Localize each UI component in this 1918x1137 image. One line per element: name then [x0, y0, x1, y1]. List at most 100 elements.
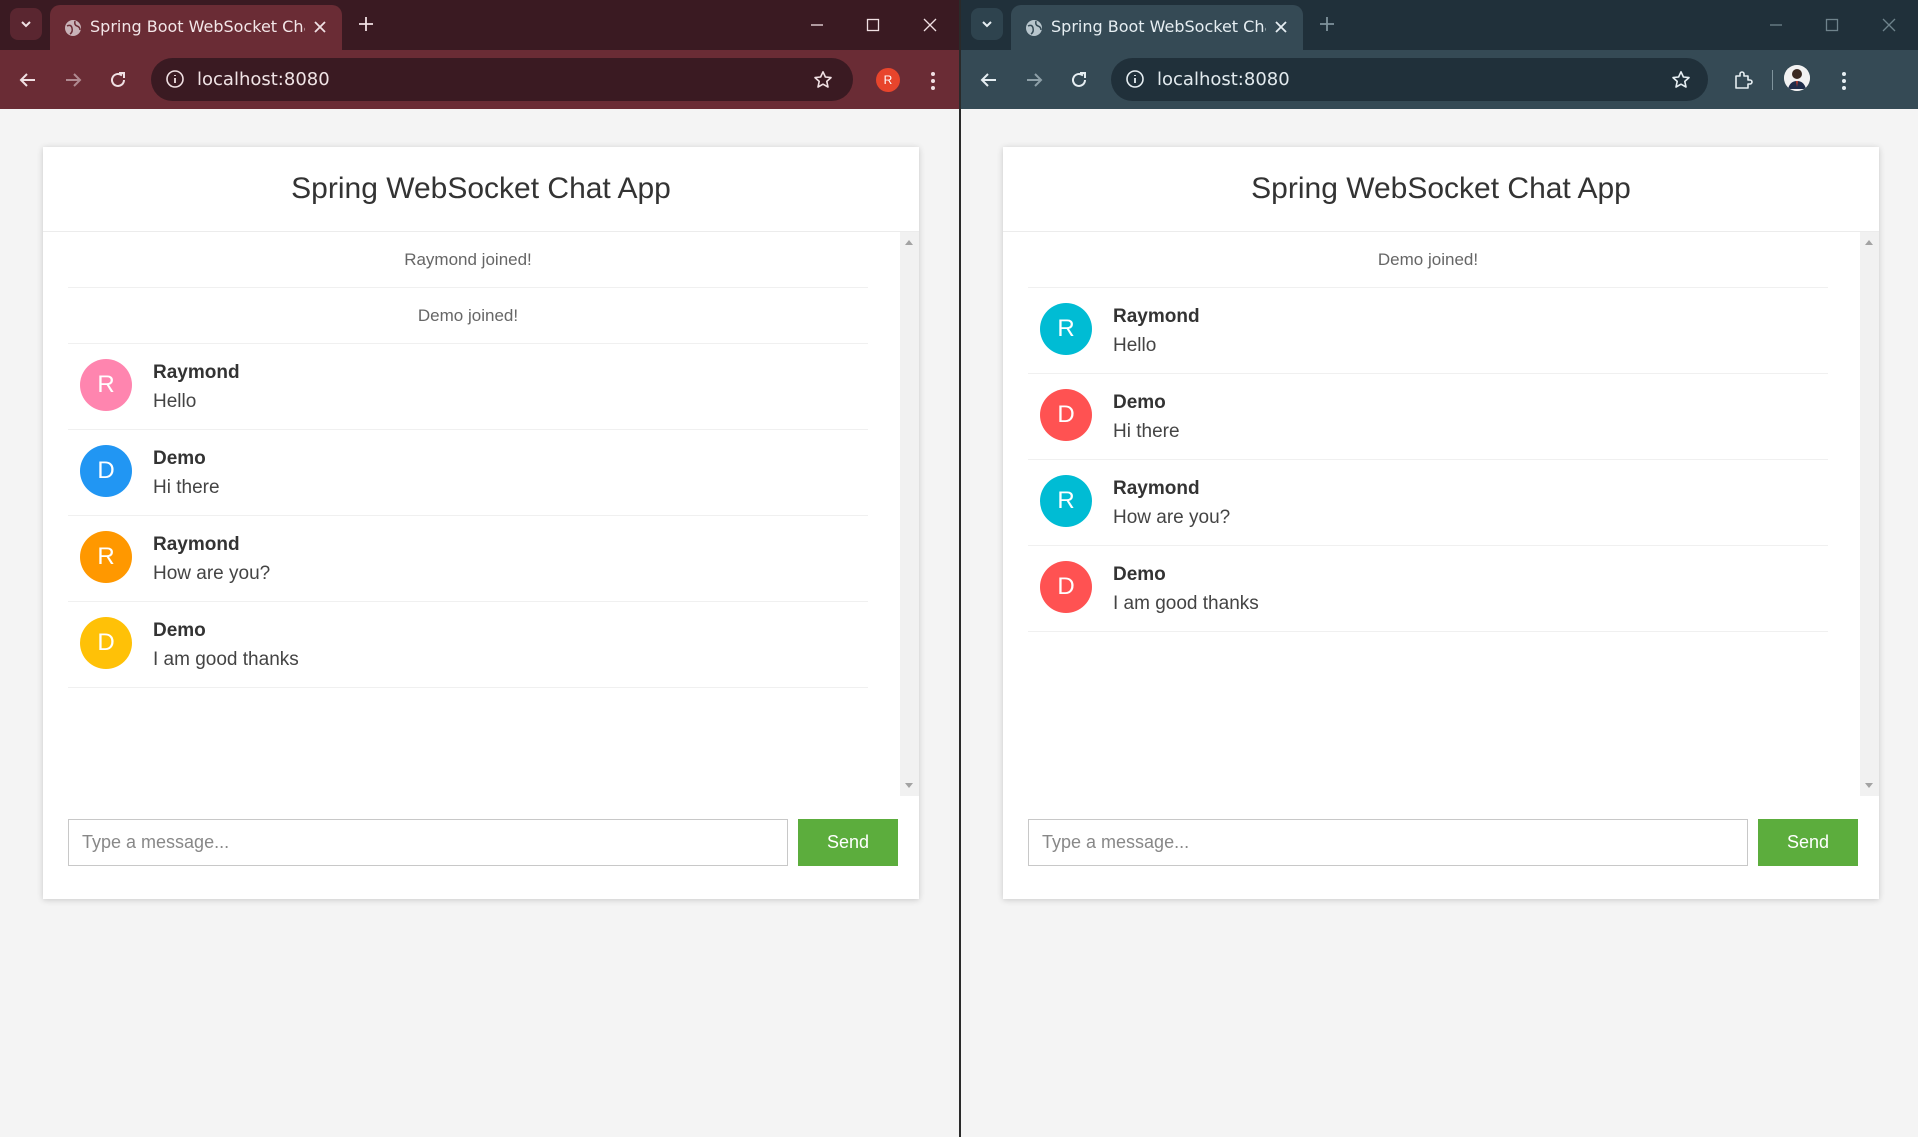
tab-strip: Spring Boot WebSocket Chat App — [0, 0, 959, 50]
message-text: How are you? — [153, 563, 271, 584]
star-icon — [814, 71, 832, 88]
message-area[interactable]: Raymond joined! Demo joined! R Raymond H… — [43, 232, 919, 796]
forward-icon — [66, 73, 82, 87]
tab-title: Spring Boot WebSocket Chat App — [90, 17, 305, 36]
tab-title: Spring Boot WebSocket Chat App — [1051, 17, 1266, 36]
chat-message: R Raymond Hello — [1028, 288, 1828, 374]
avatar: D — [80, 617, 132, 669]
avatar: R — [1040, 303, 1092, 355]
scroll-down-arrow-icon[interactable] — [1865, 783, 1873, 788]
star-icon — [1672, 71, 1690, 88]
chat-message: R Raymond How are you? — [1028, 460, 1828, 546]
maximize-button[interactable] — [1812, 8, 1852, 42]
avatar: R — [80, 531, 132, 583]
sender-name: Demo — [1113, 564, 1166, 585]
plus-icon — [1320, 17, 1334, 31]
maximize-button[interactable] — [853, 8, 893, 42]
profile-button[interactable] — [1784, 65, 1810, 91]
info-icon[interactable] — [1125, 69, 1145, 89]
message-text: Hi there — [1113, 421, 1180, 442]
person-icon — [1784, 65, 1810, 91]
browser-toolbar: localhost:8080 — [961, 50, 1918, 109]
close-tab-button[interactable] — [1271, 17, 1291, 37]
browser-window-right: Spring Boot WebSocket Chat App — [961, 0, 1918, 1137]
bookmark-star-button[interactable] — [1669, 68, 1693, 92]
profile-button[interactable]: R — [876, 68, 900, 92]
close-icon — [1882, 18, 1896, 32]
browser-tab-active[interactable]: Spring Boot WebSocket Chat App — [50, 5, 342, 50]
extensions-button[interactable] — [1727, 64, 1759, 96]
back-button[interactable] — [973, 64, 1005, 96]
close-tab-button[interactable] — [310, 17, 330, 37]
close-icon — [314, 21, 326, 33]
reload-button[interactable] — [1063, 64, 1095, 96]
message-text: Hello — [153, 391, 197, 412]
chat-message: D Demo Hi there — [68, 430, 868, 516]
browser-window-left: Spring Boot WebSocket Chat App — [0, 0, 959, 1137]
sender-name: Demo — [153, 448, 206, 469]
sender-name: Demo — [1113, 392, 1166, 413]
send-button[interactable]: Send — [798, 819, 898, 866]
close-window-button[interactable] — [910, 8, 950, 42]
back-button[interactable] — [12, 64, 44, 96]
menu-icon — [1842, 72, 1846, 90]
message-text: Hello — [1113, 335, 1157, 356]
chat-message: D Demo I am good thanks — [68, 602, 868, 688]
forward-button[interactable] — [1018, 64, 1050, 96]
close-window-button[interactable] — [1869, 8, 1909, 42]
browser-tab-active[interactable]: Spring Boot WebSocket Chat App — [1011, 5, 1303, 50]
message-list: Raymond joined! Demo joined! R Raymond H… — [68, 232, 868, 688]
message-input[interactable] — [1028, 819, 1748, 866]
chevron-down-icon — [21, 21, 31, 28]
address-bar-url: localhost:8080 — [1157, 69, 1290, 90]
globe-icon — [1026, 20, 1042, 36]
page-title: Spring WebSocket Chat App — [1003, 147, 1879, 232]
event-message: Demo joined! — [68, 288, 868, 344]
avatar: D — [1040, 561, 1092, 613]
tab-strip: Spring Boot WebSocket Chat App — [961, 0, 1918, 50]
desktop: Spring Boot WebSocket Chat App — [0, 0, 1918, 1137]
avatar — [1784, 65, 1810, 91]
message-text: Hi there — [153, 477, 220, 498]
menu-icon — [931, 72, 935, 90]
scroll-up-arrow-icon[interactable] — [905, 240, 913, 245]
scrollbar[interactable] — [900, 232, 919, 796]
browser-menu-button[interactable] — [918, 66, 948, 96]
back-icon — [19, 73, 35, 87]
address-bar[interactable]: localhost:8080 — [151, 58, 853, 101]
new-tab-button[interactable] — [352, 10, 380, 38]
close-icon — [923, 18, 937, 32]
sender-name: Raymond — [1113, 306, 1200, 327]
plus-icon — [359, 17, 373, 31]
address-bar[interactable]: localhost:8080 — [1111, 58, 1708, 101]
minimize-button[interactable] — [797, 8, 837, 42]
page-content: Spring WebSocket Chat App Demo joined! R… — [961, 109, 1918, 1137]
info-icon[interactable] — [165, 69, 185, 89]
avatar: R — [876, 68, 900, 92]
forward-button[interactable] — [57, 64, 89, 96]
bookmark-star-button[interactable] — [811, 68, 835, 92]
message-area[interactable]: Demo joined! R Raymond Hello D Demo Hi t… — [1003, 232, 1879, 796]
chat-message: R Raymond Hello — [68, 344, 868, 430]
chevron-down-icon — [982, 21, 992, 28]
maximize-icon — [1825, 18, 1839, 32]
chat-message: D Demo Hi there — [1028, 374, 1828, 460]
browser-menu-button[interactable] — [1829, 66, 1859, 96]
close-icon — [1275, 21, 1287, 33]
new-tab-button[interactable] — [1313, 10, 1341, 38]
scroll-up-arrow-icon[interactable] — [1865, 240, 1873, 245]
send-button[interactable]: Send — [1758, 819, 1858, 866]
browser-toolbar: localhost:8080 R — [0, 50, 959, 109]
message-list: Demo joined! R Raymond Hello D Demo Hi t… — [1028, 232, 1828, 632]
tab-search-button[interactable] — [971, 8, 1003, 40]
reload-button[interactable] — [102, 64, 134, 96]
tab-search-button[interactable] — [10, 8, 42, 40]
message-text: How are you? — [1113, 507, 1231, 528]
sender-name: Raymond — [153, 534, 240, 555]
scrollbar[interactable] — [1860, 232, 1879, 796]
scroll-down-arrow-icon[interactable] — [905, 783, 913, 788]
minimize-button[interactable] — [1756, 8, 1796, 42]
toolbar-separator — [1772, 70, 1773, 90]
minimize-icon — [1770, 24, 1782, 26]
message-input[interactable] — [68, 819, 788, 866]
